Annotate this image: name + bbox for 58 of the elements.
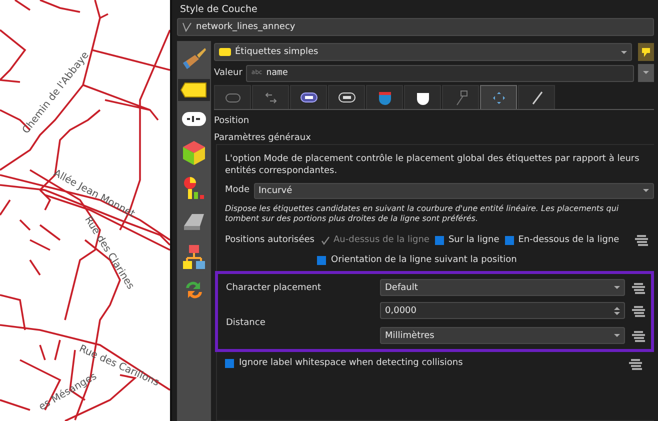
shield-icon [416, 90, 430, 104]
paintbrush-icon [181, 47, 207, 71]
rule-button[interactable] [638, 43, 654, 61]
checkbox[interactable] [505, 236, 514, 245]
distance-label: Distance [226, 318, 266, 328]
pie-bar-icon [182, 176, 206, 200]
terrain-icon [182, 212, 206, 232]
checkbox-label: Orientation de la ligne suivant la position [331, 254, 517, 266]
character-placement-label: Character placement [226, 282, 322, 293]
placement-arrows-icon [492, 90, 506, 104]
section-title: Position [214, 115, 250, 128]
formatting-icon [264, 90, 278, 104]
text-style-icon [224, 92, 240, 102]
checkbox-label: Au-dessus de la ligne [334, 234, 430, 246]
shield-icon [378, 90, 392, 104]
speech-bubble-icon [181, 109, 207, 129]
settings-tab[interactable] [290, 85, 327, 109]
callout-icon [454, 90, 468, 106]
checkbox[interactable] [317, 256, 326, 265]
data-defined-icon[interactable] [628, 358, 644, 370]
label-tag-icon [219, 48, 231, 56]
data-defined-icon[interactable] [631, 282, 647, 294]
value-label: Valeur [214, 66, 242, 80]
mode-hint: Dispose les étiquettes candidates en suivant la courbure d'une entité linéaire. Les placements qui tombent sur des portions plus droites de la ligne sont préférés. [225, 204, 620, 226]
checkbox-label: Ignore label whitespace when detecting collisions [239, 357, 463, 370]
checkbox[interactable] [435, 236, 444, 245]
settings-tab[interactable] [404, 85, 441, 109]
settings-tab[interactable] [518, 85, 555, 109]
mask-icon [338, 92, 356, 103]
distance-spinbox[interactable]: 0,0000 [380, 302, 625, 320]
positions-label: Positions autorisées [225, 234, 314, 246]
checkbox-label: Sur la ligne [448, 234, 500, 246]
hierarchy-icon [182, 244, 206, 270]
distance-unit-dropdown[interactable]: Millimètres [380, 327, 625, 344]
checkbox-label: En-dessous de la ligne [518, 234, 620, 246]
data-defined-icon[interactable] [634, 234, 650, 246]
mode-dropdown[interactable]: Incurvé [254, 182, 654, 199]
spinner-arrows-icon [614, 306, 620, 316]
checkbox[interactable] [225, 359, 234, 368]
settings-tab[interactable] [328, 85, 365, 109]
panel-title: Style de Couche [179, 3, 258, 17]
label-tag-icon [180, 81, 208, 99]
brush-stroke-icon [530, 90, 542, 104]
data-defined-icon[interactable] [631, 304, 647, 317]
line-layer-icon [182, 22, 192, 32]
group-title: Paramètres généraux [214, 132, 312, 144]
arrows-icon [183, 279, 205, 301]
caret-icon [643, 71, 649, 75]
character-placement-dropdown[interactable]: Default [380, 279, 625, 296]
expression-dropdown-button[interactable] [638, 64, 654, 82]
cube-icon [182, 140, 206, 166]
mode-label: Mode [225, 184, 250, 197]
placement-description: L'option Mode de placement contrôle le placement global des étiquettes par rapport à leurs entités correspondantes. [225, 153, 640, 178]
layer-dropdown[interactable]: network_lines_annecy [177, 18, 654, 36]
data-defined-icon[interactable] [631, 330, 647, 342]
renderer-dropdown[interactable]: Étiquettes simples [214, 43, 632, 61]
buffer-icon [300, 92, 318, 103]
side-tab[interactable] [178, 79, 210, 101]
